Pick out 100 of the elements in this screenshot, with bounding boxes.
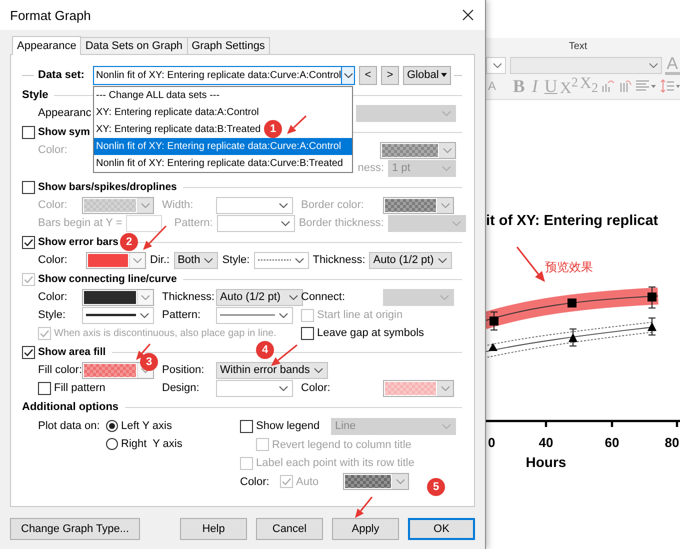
checkmark-icon [23, 274, 34, 284]
dropdown[interactable] [216, 196, 293, 214]
checkmark-icon [281, 476, 292, 488]
section-checkbox[interactable]: Show sym [22, 126, 90, 138]
dropdown-option[interactable]: Nonlin fit of XY: Entering replicate data:Curve:B:Treated [94, 155, 345, 172]
scope-dropdown[interactable]: Global [403, 66, 451, 84]
checkmark-icon [39, 328, 50, 338]
square-marker [490, 316, 498, 326]
section-checkbox[interactable]: Show bars/spikes/droplines [22, 180, 177, 194]
bar-arrow-icon[interactable] [618, 79, 632, 93]
chevron-icon [344, 72, 353, 78]
line-style-dropdown[interactable] [216, 306, 293, 324]
chevron-icon [289, 294, 298, 300]
square-marker [648, 292, 656, 302]
font-size-dropdown[interactable] [510, 56, 662, 74]
section-checkbox[interactable]: Show error bars [22, 236, 119, 248]
error-bar [490, 312, 498, 330]
align-left-icon[interactable] [636, 80, 656, 92]
axis-tick-label: 60 [604, 435, 620, 450]
preview-note: 预览效果 [545, 260, 593, 274]
axis-tick-label: 0 [488, 435, 496, 450]
axis-radio[interactable]: Right Y axis [106, 435, 182, 453]
option-checkbox[interactable]: Leave gap at symbols [301, 326, 462, 340]
axis-title: Hours [526, 454, 566, 470]
section-checkbox[interactable]: Show area fill [22, 346, 106, 358]
group-label: Text [568, 40, 588, 54]
field-label: Color: [301, 382, 332, 394]
field-label: Thickness: [312, 254, 366, 266]
field-label: Appearanc [38, 107, 92, 119]
dialog-button[interactable]: Cancel [256, 518, 323, 540]
field-label: Color: [240, 476, 270, 488]
axis-tick-label: 40 [538, 435, 554, 450]
option-checkbox[interactable]: Fill pattern [38, 382, 162, 394]
dropdown-option[interactable]: XY: Entering replicate data:A:Control [94, 104, 261, 121]
dropdown[interactable]: Auto (1/2 pt) [216, 288, 303, 306]
chevron-icon [140, 312, 149, 318]
dropdown-option[interactable]: XY: Entering replicate data:B:Treated [94, 121, 263, 138]
caret-icon [441, 73, 447, 77]
chevron-icon [279, 312, 288, 318]
chevron-icon [294, 258, 304, 262]
dropdown[interactable] [216, 380, 293, 396]
tab[interactable]: Graph Settings [186, 37, 270, 54]
dropdown[interactable]: Within error bands [216, 362, 328, 378]
line-style-dropdown[interactable] [82, 306, 154, 324]
bar-arrow-icon[interactable] [602, 79, 615, 93]
field-label: Color: [38, 254, 68, 266]
chevron-icon [141, 202, 150, 208]
chevron-icon [396, 479, 405, 484]
dialog-button[interactable]: OK [408, 518, 475, 540]
chevron-icon [492, 62, 502, 68]
dropdown-option[interactable]: Nonlin fit of XY: Entering replicate data:Curve:A:Control [94, 138, 352, 155]
chevron-icon [279, 386, 288, 390]
field-label: Bars begin at Y = [38, 217, 122, 229]
font-dropdown[interactable] [486, 56, 506, 74]
data-set-dropdown[interactable]: Nonlin fit of XY: Entering replicate data:Curve:A:Control [93, 66, 355, 84]
field-label: Pattern: [162, 309, 202, 321]
field-label: Dir.: [150, 254, 170, 266]
color-dropdown[interactable] [82, 288, 154, 306]
option-checkbox[interactable]: Show legend [240, 420, 320, 433]
field-label: Pattern: [174, 217, 213, 229]
chart-title: it of XY: Entering replicat [486, 213, 658, 229]
dropdown[interactable]: Both [174, 252, 218, 268]
field-label: Border thickness: [298, 217, 384, 229]
dialog-button[interactable]: Help [180, 518, 247, 540]
checkmark-icon [23, 236, 34, 248]
chevron-icon [442, 424, 451, 429]
tab[interactable]: Appearance [12, 36, 82, 55]
field-label: Style: [222, 254, 250, 266]
triangle-marker [568, 333, 578, 342]
chevron-icon [141, 368, 150, 372]
next-button[interactable]: > [381, 66, 399, 84]
field-label: Data set: [38, 69, 86, 81]
dialog-button[interactable]: Change Graph Type... [10, 518, 140, 540]
field-label: Position: [162, 364, 206, 376]
dropdown[interactable] [216, 214, 295, 232]
field-label: Thickness: [162, 291, 216, 303]
axis-radio[interactable]: Left Y axis [106, 417, 182, 435]
dialog-button[interactable]: Apply [332, 518, 399, 540]
chevron-icon [442, 166, 451, 170]
color-dropdown[interactable] [86, 252, 146, 268]
chevron-icon [280, 220, 290, 226]
chevron-icon [648, 62, 658, 68]
field-label: Plot data on: [38, 419, 101, 434]
chevron-icon [443, 148, 452, 152]
tab[interactable]: Data Sets on Graph [80, 37, 188, 54]
field-label: Width: [162, 199, 194, 211]
dropdown-option[interactable]: --- Change ALL data sets --- [94, 87, 222, 104]
chevron-icon [141, 294, 150, 300]
field-label: Color: [38, 144, 68, 156]
dropdown[interactable]: Auto (1/2 pt) [369, 252, 452, 268]
previous-button[interactable]: < [359, 66, 377, 84]
pointer-arrow [516, 246, 545, 282]
section-title: Style [22, 89, 48, 101]
field-label: Fill color: [38, 364, 82, 376]
checkmark-icon [23, 346, 34, 358]
chevron-icon [279, 202, 288, 208]
line-spacing-icon[interactable] [660, 79, 680, 93]
chevron-icon [314, 368, 323, 372]
chevron-icon [441, 202, 450, 208]
triangle-marker [648, 322, 656, 331]
